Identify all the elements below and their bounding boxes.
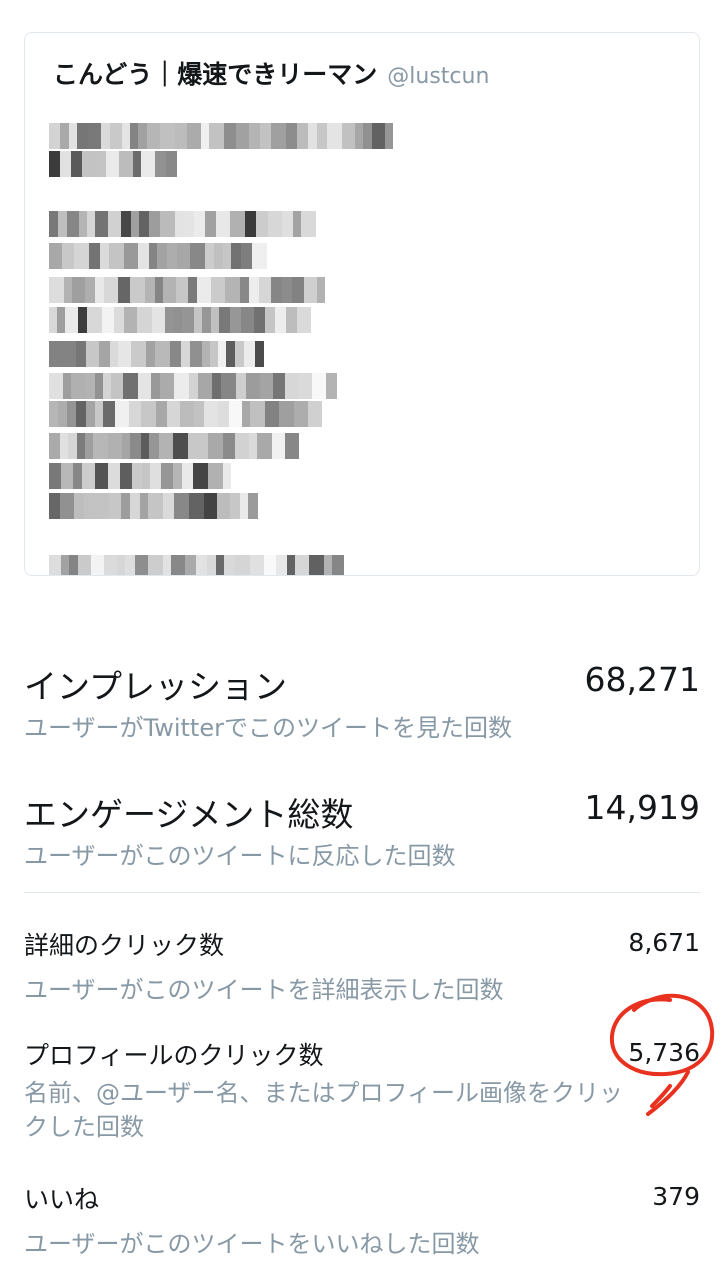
metric-description: ユーザーがこのツイートに反応した回数 — [24, 842, 456, 870]
pixelated-text-line — [49, 151, 177, 177]
metric-impressions: インプレッション 68,271 ユーザーがTwitterでこのツイートを見た回数 — [24, 660, 700, 742]
metric-description: ユーザーがこのツイートを詳細表示した回数 — [24, 976, 504, 1004]
pixelated-text-line — [49, 307, 311, 333]
metric-likes: いいね 379 ユーザーがこのツイートをいいねした回数 — [24, 1180, 700, 1258]
metric-description: 名前、@ユーザー名、またはプロフィール画像をクリックした回数 — [24, 1079, 624, 1141]
pixelated-text-line — [49, 463, 231, 489]
metric-description: ユーザーがこのツイートをいいねした回数 — [24, 1230, 480, 1258]
metric-value: 8,671 — [628, 928, 700, 957]
tweet-author-name: こんどう｜爆速できリーマン — [53, 60, 378, 89]
metric-profile-clicks: プロフィールのクリック数 5,736 名前、@ユーザー名、またはプロフィール画像… — [24, 1036, 700, 1146]
tweet-card[interactable]: こんどう｜爆速できリーマン @lustcun — [24, 32, 700, 576]
pixelated-text-line — [49, 401, 322, 427]
metric-value: 14,919 — [584, 788, 700, 827]
pixelated-text-line — [49, 373, 337, 399]
tweet-author-row: こんどう｜爆速できリーマン @lustcun — [53, 55, 489, 91]
metric-title: プロフィールのクリック数 — [24, 1041, 324, 1070]
metric-description: ユーザーがTwitterでこのツイートを見た回数 — [24, 714, 512, 742]
pixelated-text-line — [49, 555, 344, 575]
tweet-author-handle: @lustcun — [387, 64, 490, 89]
divider — [24, 892, 700, 893]
pixelated-text-line — [49, 243, 267, 269]
metric-title: エンゲージメント総数 — [24, 795, 354, 834]
metric-title: インプレッション — [24, 667, 288, 706]
pixelated-text-line — [49, 493, 258, 519]
pixelated-text-line — [49, 211, 316, 237]
pixelated-text-line — [49, 433, 299, 459]
metric-engagements: エンゲージメント総数 14,919 ユーザーがこのツイートに反応した回数 — [24, 788, 700, 870]
red-circle-annotation — [609, 993, 715, 1116]
metric-title: 詳細のクリック数 — [24, 931, 225, 960]
pixelated-text-line — [49, 277, 325, 303]
metric-detail-clicks: 詳細のクリック数 8,671 ユーザーがこのツイートを詳細表示した回数 — [24, 926, 700, 1004]
metric-value: 68,271 — [584, 660, 700, 699]
metric-value: 379 — [652, 1182, 700, 1211]
metric-title: いいね — [24, 1185, 100, 1214]
pixelated-text-line — [49, 123, 393, 149]
tweet-body-pixelated — [49, 93, 609, 575]
pixelated-text-line — [49, 341, 264, 367]
